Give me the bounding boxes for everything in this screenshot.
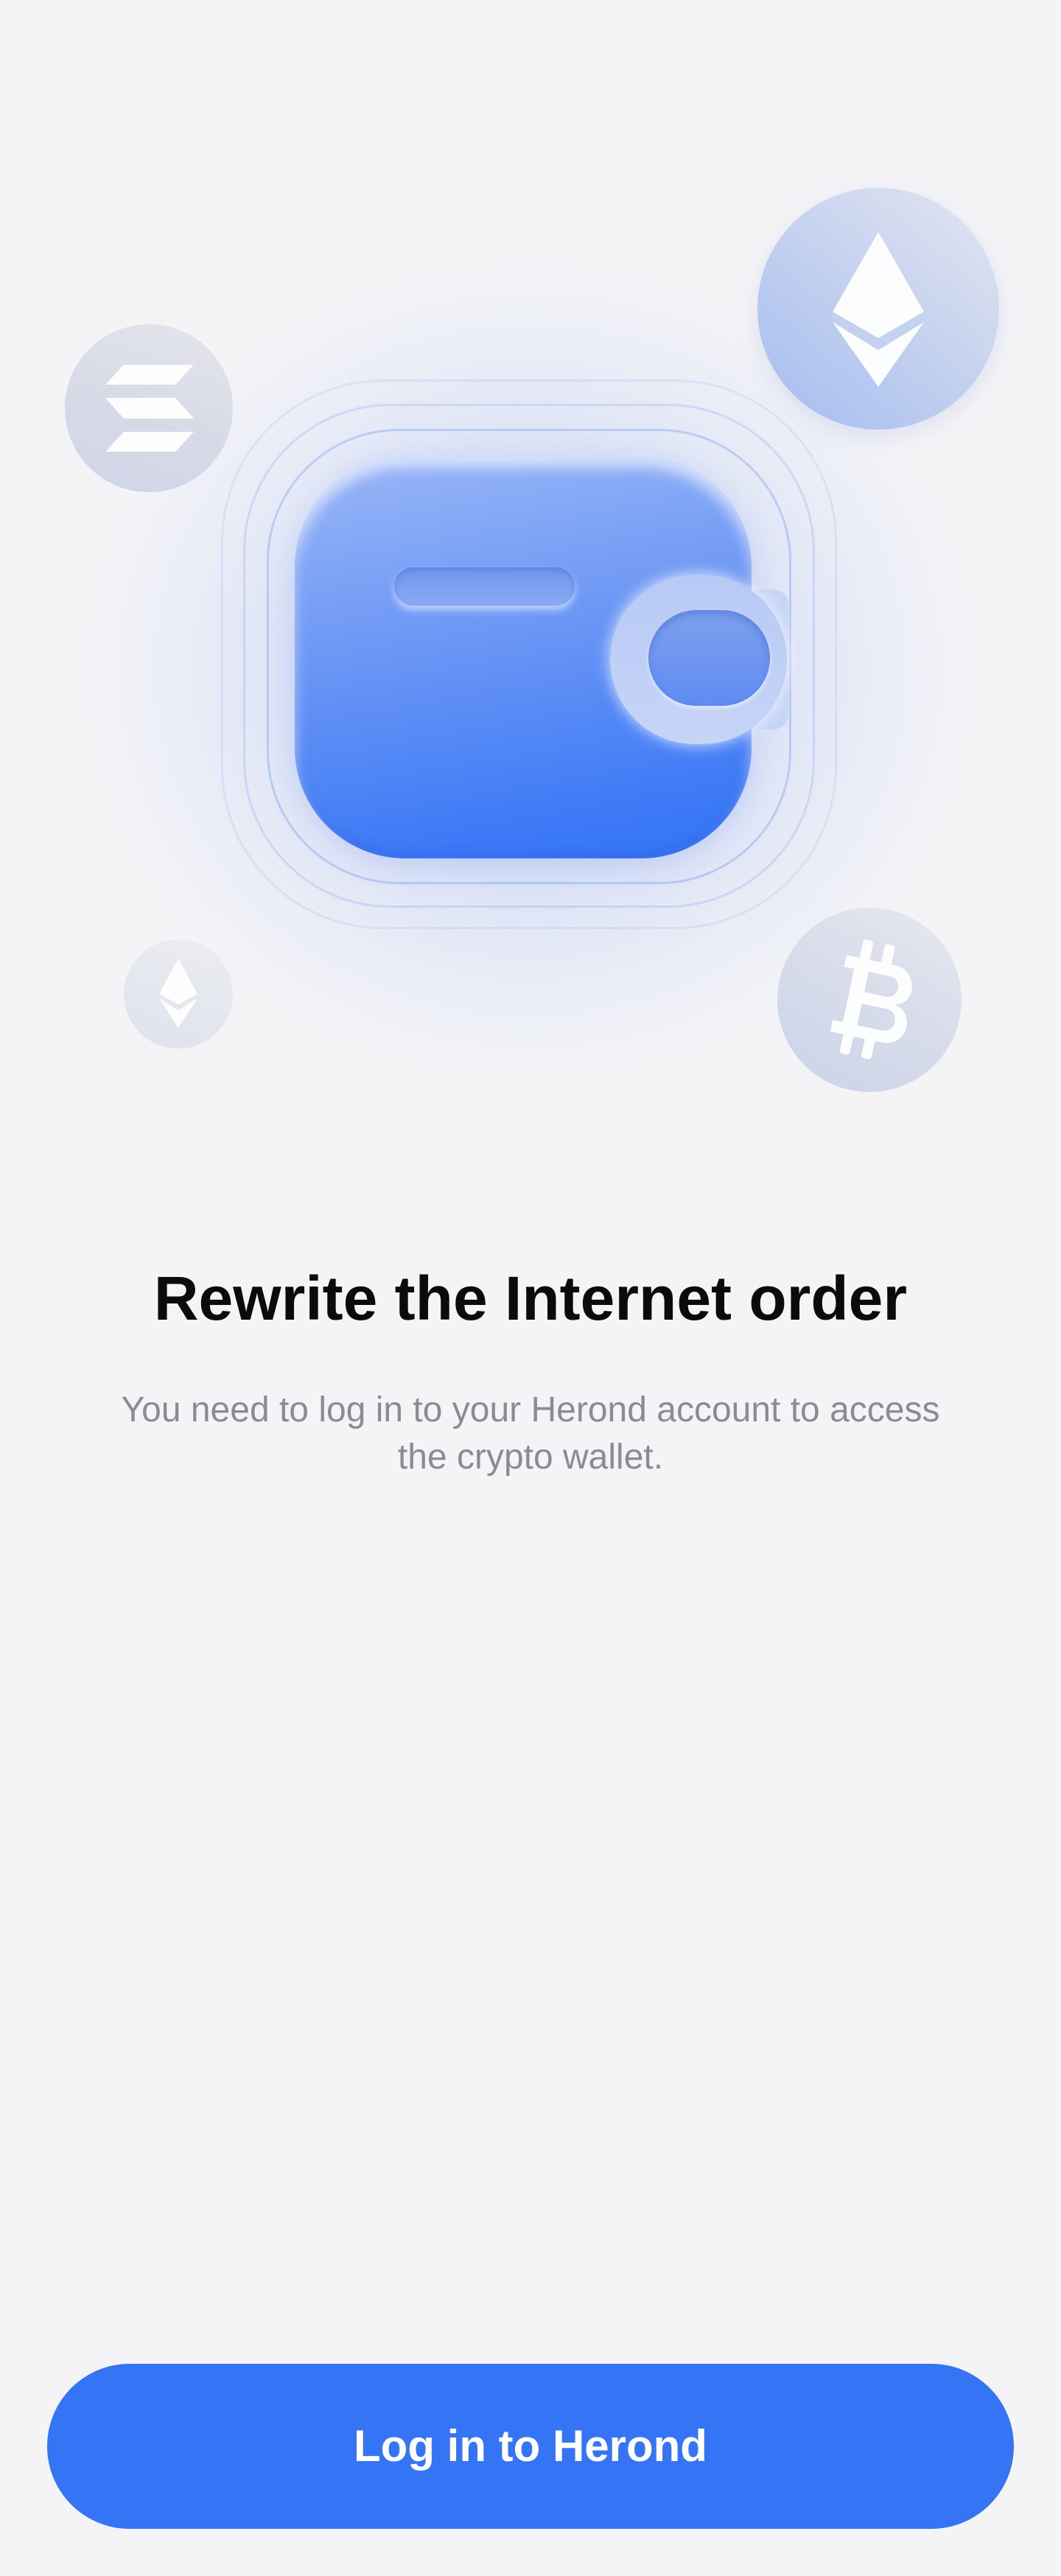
ethereum-icon — [124, 939, 233, 1049]
login-button[interactable]: Log in to Herond — [47, 2364, 1014, 2529]
ethereum-icon — [757, 188, 999, 430]
bitcoin-icon — [777, 908, 962, 1092]
wallet-illustration — [0, 0, 1061, 1149]
wallet-login-screen: Rewrite the Internet order You need to l… — [0, 0, 1061, 2576]
page-title: Rewrite the Internet order — [153, 1264, 908, 1333]
wallet-slot — [394, 567, 575, 606]
wallet-clasp-button — [648, 610, 770, 706]
solana-icon — [65, 324, 233, 492]
page-subtitle: You need to log in to your Herond accoun… — [121, 1390, 940, 1477]
